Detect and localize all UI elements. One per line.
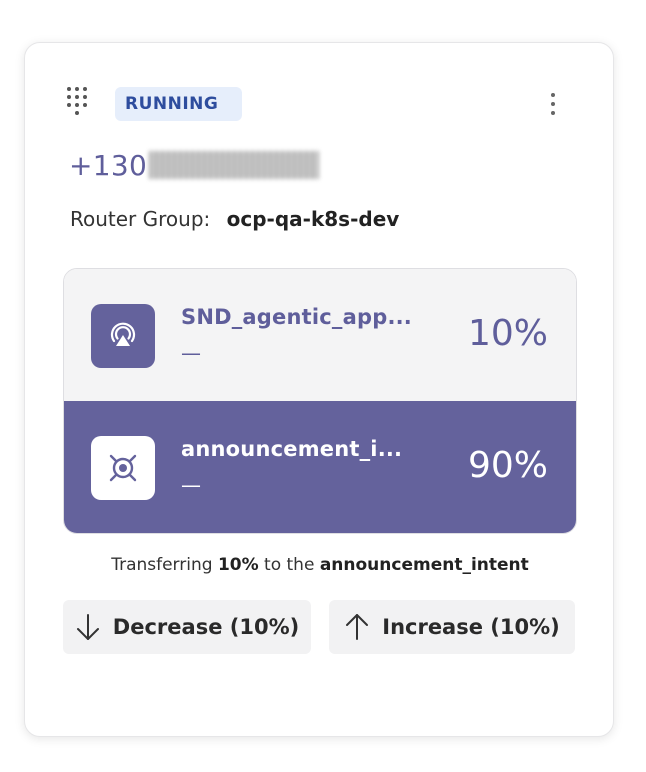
increase-button[interactable]: Increase (10%)	[329, 600, 575, 654]
split-subtitle: —	[181, 473, 201, 497]
split-row-announcement-intent[interactable]: announcement_i... — 90%	[64, 401, 576, 533]
decrease-label: Decrease (10%)	[112, 615, 300, 639]
target-icon	[91, 436, 155, 500]
router-group-value: ocp-qa-k8s-dev	[226, 207, 400, 231]
phone-number: +130	[69, 149, 320, 182]
more-options-icon[interactable]	[543, 89, 563, 119]
router-group: Router Group: ocp-qa-k8s-dev	[70, 207, 399, 231]
split-name: announcement_i...	[181, 437, 403, 461]
transfer-target: announcement_intent	[319, 555, 529, 575]
split-subtitle: —	[181, 341, 201, 365]
transfer-summary: Transferring 10% to the announcement_int…	[25, 555, 615, 575]
router-group-label: Router Group:	[70, 207, 211, 231]
phone-number-visible: +130	[69, 149, 148, 182]
traffic-split-list: SND_agentic_app... — 10% announcement_i.…	[63, 268, 577, 534]
increase-label: Increase (10%)	[382, 615, 560, 639]
routing-card: RUNNING +130 Router Group: ocp-qa-k8s-de…	[24, 42, 614, 737]
split-percent: 10%	[467, 313, 548, 354]
arrow-up-icon	[346, 614, 369, 640]
transfer-middle: to the	[264, 555, 315, 575]
transfer-prefix: Transferring	[111, 555, 213, 575]
split-percent: 90%	[467, 445, 548, 486]
arrow-down-icon	[76, 614, 99, 640]
decrease-button[interactable]: Decrease (10%)	[63, 600, 311, 654]
status-badge: RUNNING	[115, 87, 243, 121]
broadcast-icon	[91, 304, 155, 368]
drag-handle-icon[interactable]	[67, 87, 95, 121]
transfer-amount: 10%	[217, 555, 259, 575]
split-name: SND_agentic_app...	[181, 305, 412, 329]
split-row-snd-agentic-app[interactable]: SND_agentic_app... — 10%	[64, 269, 576, 401]
phone-number-redacted	[149, 151, 320, 179]
